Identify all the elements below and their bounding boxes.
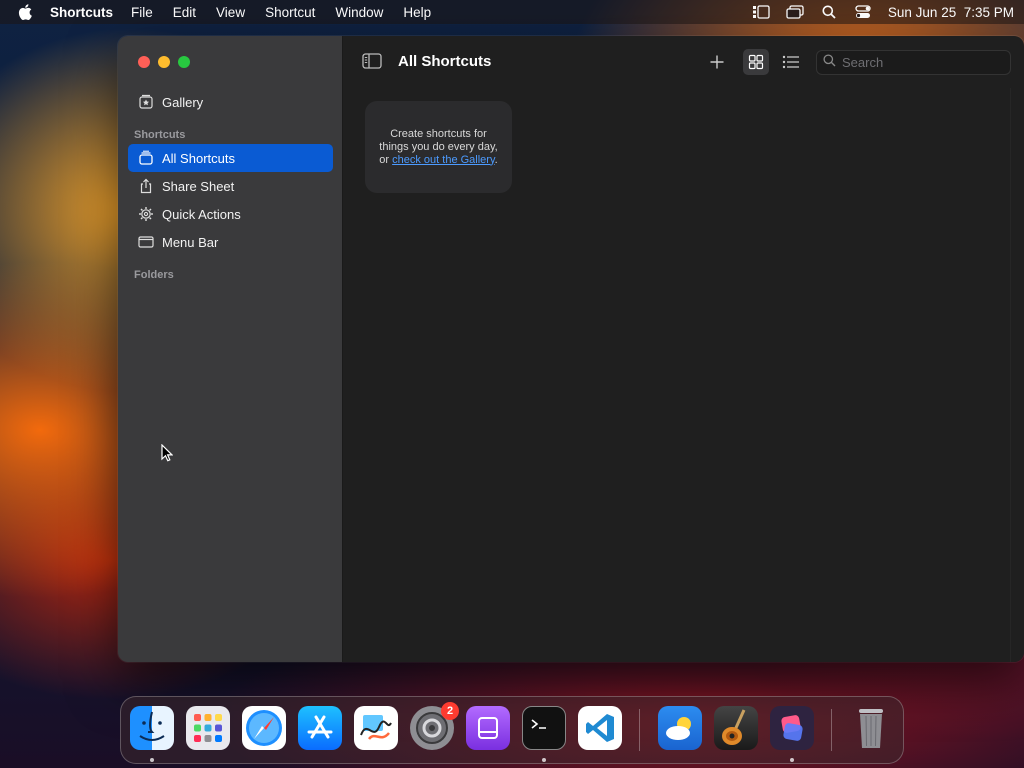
control-center-icon[interactable]: [854, 5, 872, 19]
menu-bar-clock[interactable]: Sun Jun 25 7:35 PM: [888, 5, 1014, 20]
sidebar-toggle-icon[interactable]: [362, 53, 382, 74]
sidebar: Gallery Shortcuts All Shortcuts Share Sh…: [118, 36, 343, 662]
list-icon: [782, 55, 799, 69]
running-indicator: [542, 758, 546, 762]
grid-view-button[interactable]: [743, 49, 769, 75]
share-icon: [138, 178, 154, 194]
shortcuts-section-heading: Shortcuts: [134, 129, 186, 141]
page-title: All Shortcuts: [398, 53, 492, 70]
shortcuts-app-icon[interactable]: [770, 706, 814, 750]
safari-icon[interactable]: [242, 706, 286, 750]
trash-icon[interactable]: [849, 706, 893, 750]
list-view-button[interactable]: [778, 49, 804, 75]
apple-configurator-icon[interactable]: [466, 706, 510, 750]
sidebar-item-label: Gallery: [162, 94, 204, 110]
close-button[interactable]: [138, 56, 150, 68]
sidebar-item-gallery[interactable]: Gallery: [128, 88, 333, 116]
dock-separator: [831, 709, 832, 751]
vscode-icon[interactable]: [578, 706, 622, 750]
sidebar-item-label: Menu Bar: [162, 234, 219, 250]
menu-shortcut[interactable]: Shortcut: [265, 5, 315, 20]
folders-section-heading: Folders: [134, 269, 174, 281]
running-indicator: [150, 758, 154, 762]
menu-file[interactable]: File: [131, 5, 153, 20]
finder-icon[interactable]: [130, 706, 174, 750]
terminal-icon[interactable]: [522, 706, 566, 750]
empty-state-card: Create shortcuts for things you do every…: [365, 101, 512, 193]
empty-state-text: Create shortcuts for things you do every…: [379, 128, 498, 167]
shortcuts-window: Gallery Shortcuts All Shortcuts Share Sh…: [118, 36, 1024, 662]
stack-icon: [138, 150, 154, 166]
mouse-cursor-icon: [161, 443, 174, 467]
grid-icon: [748, 54, 764, 70]
search-icon: [823, 53, 836, 72]
app-name-menu[interactable]: Shortcuts: [50, 5, 113, 20]
add-shortcut-button[interactable]: [704, 49, 730, 75]
app-store-icon[interactable]: [298, 706, 342, 750]
menu-view[interactable]: View: [216, 5, 245, 20]
garageband-icon[interactable]: [714, 706, 758, 750]
scrollbar[interactable]: [1010, 88, 1024, 662]
dock: 2: [120, 696, 904, 764]
main-content: All Shortcuts Create shortcuts for thing…: [343, 36, 1024, 662]
stage-manager-icon[interactable]: [752, 5, 770, 19]
notification-badge: 2: [441, 702, 459, 720]
sidebar-item-label: Share Sheet: [162, 178, 235, 194]
empty-state-period: .: [494, 153, 498, 166]
sidebar-item-menu-bar[interactable]: Menu Bar: [128, 228, 333, 256]
menu-help[interactable]: Help: [403, 5, 431, 20]
gallery-icon: [138, 94, 154, 110]
menu-edit[interactable]: Edit: [173, 5, 196, 20]
zoom-button[interactable]: [178, 56, 190, 68]
screen-mirroring-icon[interactable]: [786, 5, 804, 19]
sidebar-item-share-sheet[interactable]: Share Sheet: [128, 172, 333, 200]
menubar-icon: [138, 234, 154, 250]
menu-window[interactable]: Window: [335, 5, 383, 20]
spotlight-search-icon[interactable]: [820, 5, 838, 19]
weather-icon[interactable]: [658, 706, 702, 750]
window-controls: [138, 56, 190, 68]
toolbar: All Shortcuts: [343, 36, 1024, 88]
sidebar-item-label: Quick Actions: [162, 206, 241, 222]
sidebar-item-all-shortcuts[interactable]: All Shortcuts: [128, 144, 333, 172]
sidebar-item-label: All Shortcuts: [162, 150, 235, 166]
dock-separator: [639, 709, 640, 751]
freeform-icon[interactable]: [354, 706, 398, 750]
gallery-link[interactable]: check out the Gallery: [392, 154, 495, 166]
menu-bar: Shortcuts File Edit View Shortcut Window…: [0, 0, 1024, 24]
gear-icon: [138, 206, 154, 222]
apple-menu-icon[interactable]: [18, 4, 32, 20]
minimize-button[interactable]: [158, 56, 170, 68]
search-input[interactable]: [842, 55, 992, 70]
search-field[interactable]: [816, 50, 1011, 75]
running-indicator: [790, 758, 794, 762]
sidebar-item-quick-actions[interactable]: Quick Actions: [128, 200, 333, 228]
launchpad-icon[interactable]: [186, 706, 230, 750]
